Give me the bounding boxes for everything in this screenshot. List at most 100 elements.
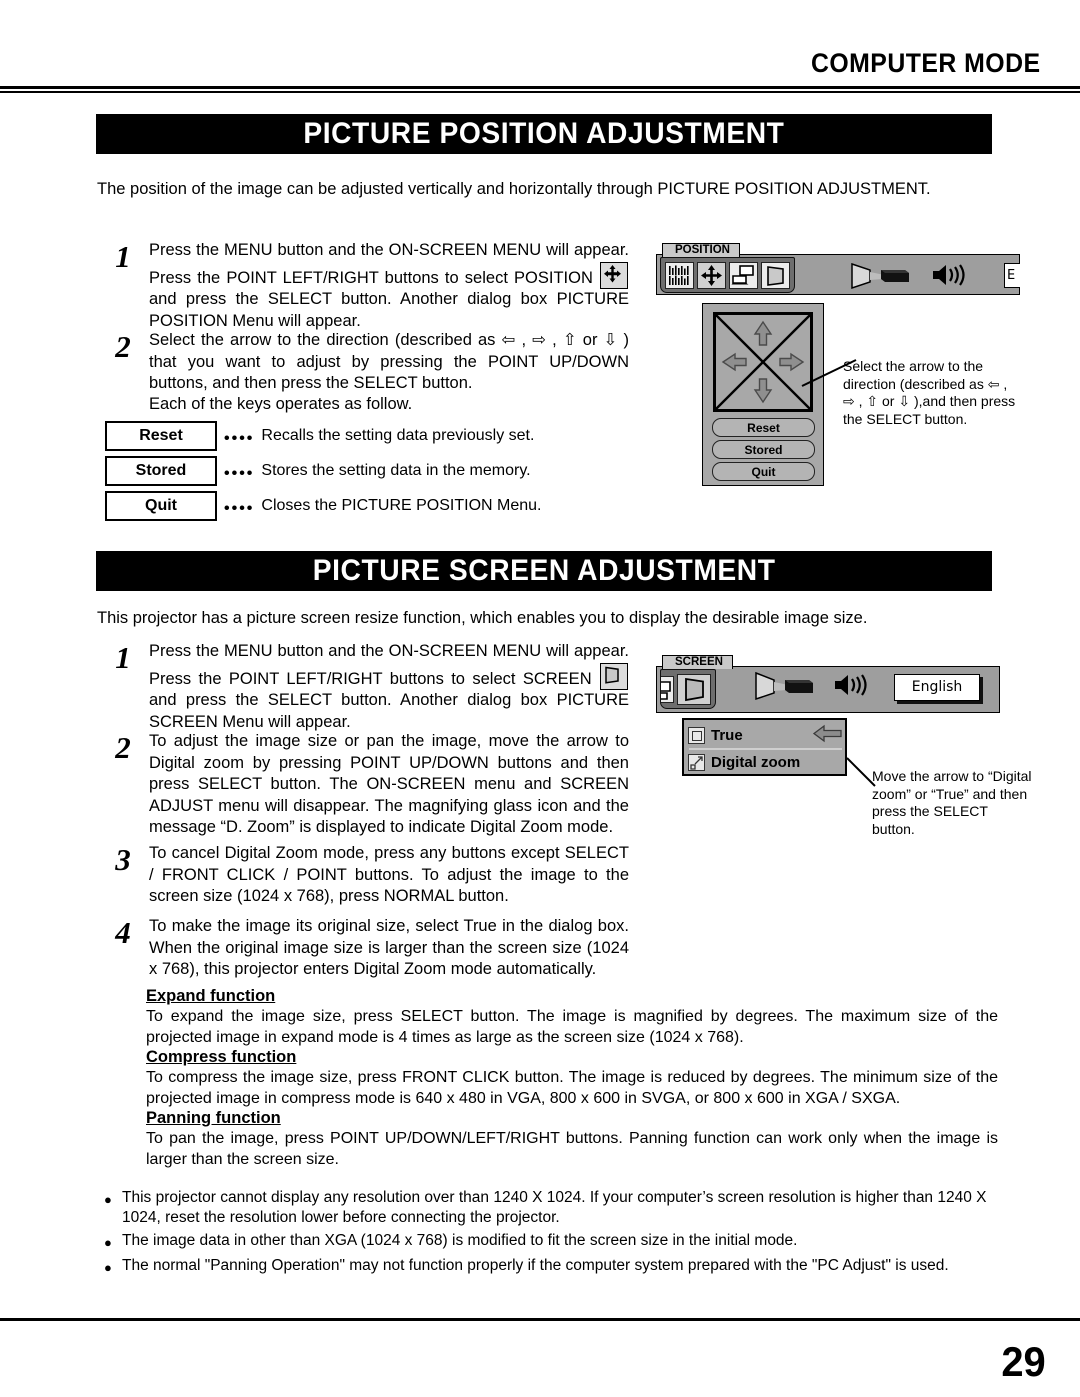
bullet-dot-icon: ●	[104, 1235, 112, 1250]
osd-tab-label: POSITION	[662, 243, 740, 257]
step-text: To adjust the image size or pan the imag…	[149, 732, 629, 836]
manual-page: COMPUTER MODE PICTURE POSITION ADJUSTMEN…	[0, 0, 1080, 1397]
projector-beam-icon[interactable]	[848, 257, 912, 293]
step-number: 1	[115, 239, 131, 274]
position-callout-text: Select the arrow to the direction (descr…	[843, 358, 1016, 427]
step-1-position: 1 Press the MENU button and the ON-SCREE…	[97, 240, 642, 332]
up-arrow	[753, 320, 773, 346]
osd-position-menubar-illustration: POSITION E	[656, 243, 1020, 295]
bullet-dot-icon: ●	[104, 1192, 112, 1207]
function-title: Panning function	[146, 1109, 281, 1127]
screen-icon	[600, 662, 628, 690]
banner-label: PICTURE POSITION ADJUSTMENT	[303, 117, 785, 150]
position-crosshair-icon	[600, 261, 628, 289]
step-text: Press the MENU button and the ON-SCREEN …	[149, 642, 629, 731]
computer-image-icon-partial[interactable]	[661, 675, 674, 703]
computer-image-icon[interactable]	[729, 261, 758, 289]
digital-zoom-icon	[688, 754, 705, 771]
stored-key-box: Stored	[105, 456, 217, 486]
step-number: 1	[115, 640, 131, 675]
left-arrow	[721, 352, 747, 372]
step-text: To cancel Digital Zoom mode, press any b…	[149, 844, 629, 905]
osd-tab-label: SCREEN	[662, 655, 733, 669]
step-1-screen: 1 Press the MENU button and the ON-SCREE…	[97, 641, 642, 733]
step-text: Press the MENU button and the ON-SCREEN …	[149, 241, 629, 330]
stored-button[interactable]: Stored	[712, 440, 815, 459]
step-number: 2	[115, 329, 131, 364]
function-body: To expand the image size, press SELECT b…	[146, 1008, 998, 1046]
expand-function-block: Expand function To expand the image size…	[146, 987, 998, 1048]
bullet-item: ● The normal "Panning Operation" may not…	[104, 1256, 999, 1278]
bullet-item: ● This projector cannot display any reso…	[104, 1188, 999, 1228]
step-number: 4	[115, 915, 131, 950]
bullet-text: The image data in other than XGA (1024 x…	[122, 1232, 798, 1249]
key-description: Recalls the setting data previously set.	[261, 427, 535, 444]
screen-icon-selected[interactable]	[677, 673, 711, 705]
key-description: Closes the PICTURE POSITION Menu.	[261, 497, 542, 514]
dot-leader: ••••	[224, 500, 255, 517]
header-rule	[0, 86, 1080, 93]
volume-speaker-icon[interactable]	[832, 667, 878, 703]
bullet-text: The normal "Panning Operation" may not f…	[122, 1257, 949, 1274]
dot-leader: ••••	[224, 430, 255, 447]
option-label: Digital zoom	[711, 754, 801, 771]
step-3-screen: 3 To cancel Digital Zoom mode, press any…	[97, 843, 642, 908]
key-legend-row: Reset •••• Recalls the setting data prev…	[105, 421, 534, 451]
reset-button[interactable]: Reset	[712, 418, 815, 437]
keys-intro-text: Each of the keys operates as follow.	[149, 395, 413, 413]
key-legend-row: Stored •••• Stores the setting data in t…	[105, 456, 531, 486]
pc-adjust-icon[interactable]	[665, 261, 694, 289]
key-description: Stores the setting data in the memory.	[261, 462, 531, 479]
screen-icon[interactable]	[761, 261, 790, 289]
screen-callout-text: Move the arrow to “Digital zoom” or “Tru…	[872, 768, 1032, 837]
screen-option-digital-zoom[interactable]: Digital zoom	[688, 750, 843, 775]
function-body: To pan the image, press POINT UP/DOWN/LE…	[146, 1130, 998, 1168]
key-legend-row: Quit •••• Closes the PICTURE POSITION Me…	[105, 491, 541, 521]
page-mode-title: COMPUTER MODE	[810, 48, 1040, 78]
bullet-text: This projector cannot display any resolu…	[122, 1189, 987, 1226]
section-intro-text: This projector has a picture screen resi…	[97, 609, 868, 627]
picture-screen-dialog: True Digital zoom	[682, 718, 847, 776]
down-arrow	[753, 378, 773, 404]
function-title: Expand function	[146, 987, 276, 1005]
true-square-icon	[688, 727, 705, 744]
position-arrow-pad[interactable]	[713, 312, 813, 412]
section-banner-picture-screen: PICTURE SCREEN ADJUSTMENT	[96, 551, 992, 591]
banner-label: PICTURE SCREEN ADJUSTMENT	[312, 554, 776, 587]
projector-beam-icon[interactable]	[752, 667, 816, 703]
reset-key-box: Reset	[105, 421, 217, 451]
option-label: True	[711, 727, 743, 744]
step-number: 2	[115, 730, 131, 765]
picture-position-dialog: Reset Stored Quit	[702, 303, 824, 486]
language-button-english[interactable]: English	[894, 669, 980, 705]
selection-pointer-arrow	[812, 724, 843, 747]
function-title: Compress function	[146, 1048, 297, 1066]
quit-button[interactable]: Quit	[712, 462, 815, 481]
step-text: To make the image its original size, sel…	[149, 917, 629, 978]
step-2-position: 2 Select the arrow to the direction (des…	[97, 330, 642, 395]
osd-icon-group	[660, 257, 795, 293]
quit-key-box: Quit	[105, 491, 217, 521]
panning-function-block: Panning function To pan the image, press…	[146, 1109, 998, 1170]
notes-bullet-list: ● This projector cannot display any reso…	[104, 1188, 999, 1281]
english-label: English	[894, 673, 980, 701]
section-banner-picture-position: PICTURE POSITION ADJUSTMENT	[96, 114, 992, 154]
dot-leader: ••••	[224, 465, 255, 482]
step-4-screen: 4 To make the image its original size, s…	[97, 916, 642, 981]
section-intro-text: The position of the image can be adjuste…	[97, 180, 931, 198]
osd-screen-menubar-illustration: SCREEN English	[656, 655, 1000, 713]
bullet-item: ● The image data in other than XGA (1024…	[104, 1231, 999, 1253]
position-crosshair-icon[interactable]	[697, 261, 726, 289]
step-number: 3	[115, 842, 131, 877]
osd-icon-group	[660, 669, 716, 709]
compress-function-block: Compress function To compress the image …	[146, 1048, 998, 1109]
language-icon-partial[interactable]: E	[1004, 257, 1020, 293]
step-2-screen: 2 To adjust the image size or pan the im…	[97, 731, 642, 839]
function-body: To compress the image size, press FRONT …	[146, 1069, 998, 1107]
page-number: 29	[1001, 1338, 1046, 1385]
step-text: Select the arrow to the direction (descr…	[149, 331, 629, 392]
volume-speaker-icon[interactable]	[930, 257, 974, 293]
screen-option-true[interactable]: True	[688, 723, 843, 748]
footer-rule	[0, 1318, 1080, 1321]
bullet-dot-icon: ●	[104, 1260, 112, 1275]
